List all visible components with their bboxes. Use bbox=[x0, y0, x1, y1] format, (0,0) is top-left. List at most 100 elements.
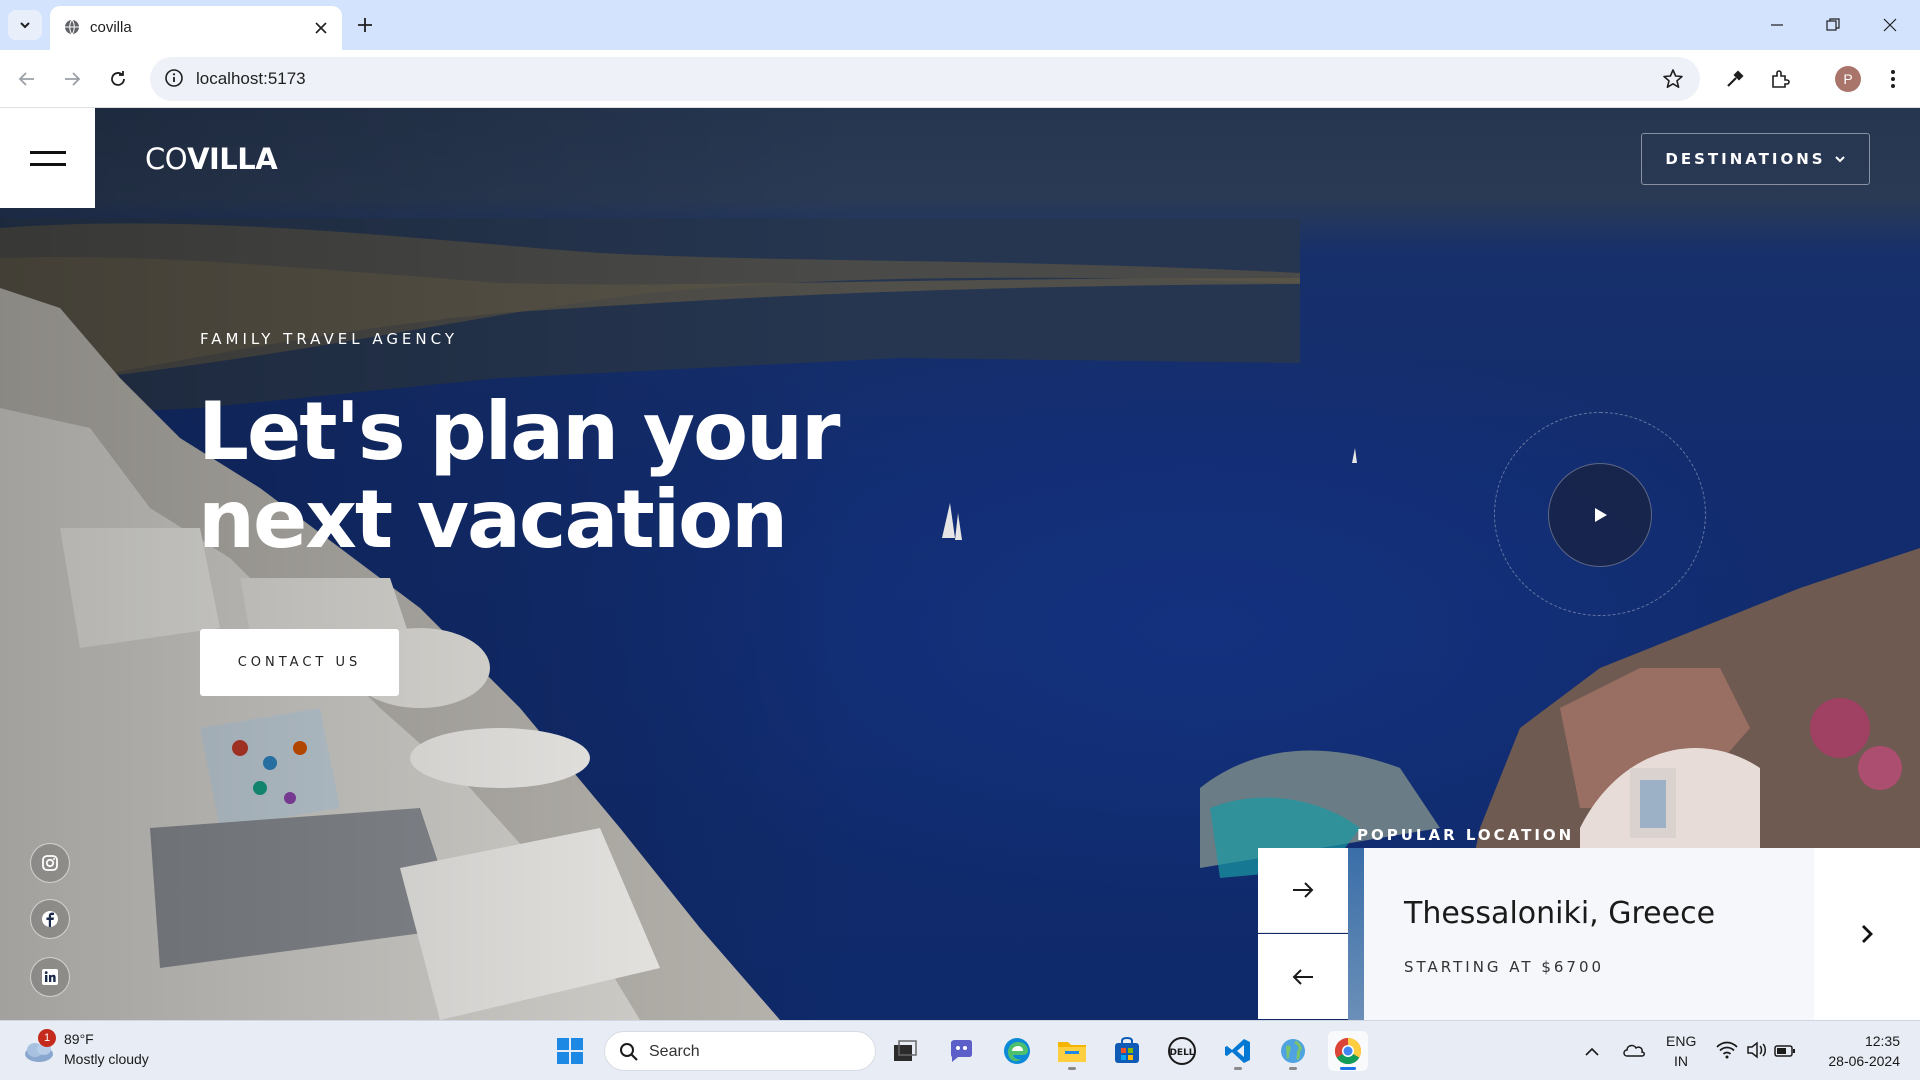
language-indicator-line1[interactable]: ENG bbox=[1666, 1033, 1696, 1049]
close-window-button[interactable] bbox=[1873, 10, 1907, 40]
tab-search-button[interactable] bbox=[8, 10, 42, 40]
play-video-button[interactable] bbox=[1548, 463, 1652, 567]
browser-menu-button[interactable] bbox=[1878, 64, 1908, 94]
running-indicator bbox=[1068, 1067, 1076, 1070]
location-name: Thessaloniki, Greece bbox=[1404, 896, 1716, 931]
svg-text:DELL: DELL bbox=[1169, 1048, 1194, 1058]
edge-browser-button[interactable] bbox=[997, 1031, 1037, 1071]
instagram-icon bbox=[42, 855, 58, 871]
plus-icon bbox=[358, 18, 372, 32]
search-icon bbox=[619, 1042, 639, 1066]
task-view-icon bbox=[894, 1040, 917, 1061]
popular-location-card[interactable]: Thessaloniki, Greece STARTING AT $6700 bbox=[1364, 848, 1814, 1020]
headline-line-2: next vacation bbox=[198, 473, 788, 566]
linkedin-icon bbox=[42, 969, 58, 985]
taskbar-search-box[interactable]: Search bbox=[604, 1031, 876, 1071]
file-explorer-button[interactable] bbox=[1052, 1031, 1092, 1071]
bookmark-star-icon[interactable] bbox=[1662, 68, 1684, 94]
dell-logo-icon: DELL bbox=[1168, 1037, 1196, 1065]
contact-us-button[interactable]: CONTACT US bbox=[200, 629, 399, 696]
site-logo[interactable]: COVILLA bbox=[145, 142, 278, 176]
windows-taskbar: 1 89°F Mostly cloudy Search DELL ENG IN … bbox=[0, 1020, 1920, 1080]
facebook-icon bbox=[42, 911, 58, 927]
arrow-right-icon bbox=[1293, 882, 1314, 898]
back-button[interactable] bbox=[12, 64, 42, 94]
eyedropper-button[interactable] bbox=[1720, 64, 1750, 94]
extra-app-button[interactable] bbox=[1273, 1031, 1313, 1071]
chat-icon bbox=[951, 1040, 972, 1062]
close-icon bbox=[1883, 18, 1897, 32]
location-price: STARTING AT $6700 bbox=[1404, 958, 1605, 976]
folder-icon bbox=[1058, 1042, 1086, 1062]
browser-toolbar: localhost:5173 bbox=[0, 50, 1920, 108]
onedrive-cloud-icon[interactable] bbox=[1622, 1040, 1646, 1062]
tab-title: covilla bbox=[90, 19, 132, 36]
browser-tab[interactable]: covilla bbox=[50, 6, 342, 50]
hero-headline: Let's plan your next vacation bbox=[198, 388, 898, 564]
arrow-right-icon bbox=[65, 72, 81, 86]
globe-app-icon bbox=[1281, 1039, 1305, 1063]
weather-notification-badge: 1 bbox=[38, 1029, 56, 1047]
chevron-up-icon[interactable] bbox=[1584, 1043, 1600, 1062]
edge-icon bbox=[1004, 1038, 1030, 1064]
globe-icon bbox=[64, 19, 80, 39]
chrome-button[interactable] bbox=[1328, 1031, 1368, 1071]
microsoft-store-button[interactable] bbox=[1107, 1031, 1147, 1071]
chevron-down-icon bbox=[20, 22, 30, 29]
site-info-icon[interactable] bbox=[164, 68, 184, 92]
popular-location-label: POPULAR LOCATION bbox=[1357, 826, 1575, 844]
store-icon bbox=[1115, 1037, 1139, 1063]
eyedropper-icon bbox=[1727, 70, 1744, 87]
hamburger-line bbox=[29, 150, 66, 154]
location-next-button[interactable] bbox=[1814, 848, 1920, 1020]
url-text[interactable]: localhost:5173 bbox=[196, 69, 306, 89]
facebook-link[interactable] bbox=[30, 899, 70, 939]
weather-description[interactable]: Mostly cloudy bbox=[64, 1051, 149, 1067]
instagram-link[interactable] bbox=[30, 843, 70, 883]
hamburger-menu-button[interactable] bbox=[0, 108, 95, 208]
vscode-icon bbox=[1225, 1039, 1250, 1063]
running-indicator bbox=[1234, 1067, 1242, 1070]
browser-tab-bar: covilla bbox=[0, 0, 1920, 50]
reload-button[interactable] bbox=[103, 64, 133, 94]
wifi-icon[interactable] bbox=[1716, 1041, 1738, 1063]
language-indicator-line2[interactable]: IN bbox=[1666, 1053, 1696, 1069]
new-tab-button[interactable] bbox=[352, 12, 378, 38]
running-indicator bbox=[1289, 1067, 1297, 1070]
forward-button[interactable] bbox=[57, 64, 87, 94]
task-view-button[interactable] bbox=[885, 1031, 925, 1071]
active-indicator bbox=[1340, 1067, 1356, 1070]
search-placeholder: Search bbox=[649, 1043, 700, 1060]
destinations-label: DESTINATIONS bbox=[1665, 150, 1826, 168]
battery-icon[interactable] bbox=[1774, 1043, 1796, 1062]
close-tab-icon[interactable] bbox=[310, 17, 332, 39]
logo-suffix: VILLA bbox=[187, 142, 278, 176]
restore-button[interactable] bbox=[1816, 10, 1850, 40]
address-bar[interactable]: localhost:5173 bbox=[150, 57, 1700, 101]
slider-prev-arrow[interactable] bbox=[1258, 934, 1348, 1019]
hamburger-line bbox=[29, 162, 66, 166]
hero-tagline: FAMILY TRAVEL AGENCY bbox=[200, 330, 459, 348]
chevron-right-icon bbox=[1862, 925, 1873, 943]
weather-temperature[interactable]: 89°F bbox=[64, 1031, 94, 1047]
vscode-button[interactable] bbox=[1218, 1031, 1258, 1071]
linkedin-link[interactable] bbox=[30, 957, 70, 997]
chrome-icon bbox=[1334, 1037, 1362, 1065]
windows-start-icon[interactable] bbox=[556, 1037, 584, 1069]
teams-chat-button[interactable] bbox=[941, 1031, 981, 1071]
minimize-button[interactable] bbox=[1760, 10, 1794, 40]
slider-next-arrow[interactable] bbox=[1258, 848, 1348, 933]
destinations-dropdown[interactable]: DESTINATIONS bbox=[1641, 133, 1870, 185]
arrow-left-icon bbox=[18, 72, 34, 86]
profile-avatar[interactable]: P bbox=[1835, 66, 1861, 92]
clock-time[interactable]: 12:35 bbox=[1810, 1033, 1900, 1049]
extensions-button[interactable] bbox=[1765, 64, 1795, 94]
logo-prefix: CO bbox=[145, 142, 188, 176]
volume-icon[interactable] bbox=[1746, 1041, 1768, 1063]
arrow-left-icon bbox=[1292, 968, 1313, 985]
clock-date[interactable]: 28-06-2024 bbox=[1810, 1053, 1900, 1069]
play-icon bbox=[1595, 508, 1607, 522]
dell-app-button[interactable]: DELL bbox=[1162, 1031, 1202, 1071]
hero-section: COVILLA DESTINATIONS FAMILY TRAVEL AGENC… bbox=[0, 108, 1920, 1020]
chevron-down-icon bbox=[1834, 156, 1845, 163]
